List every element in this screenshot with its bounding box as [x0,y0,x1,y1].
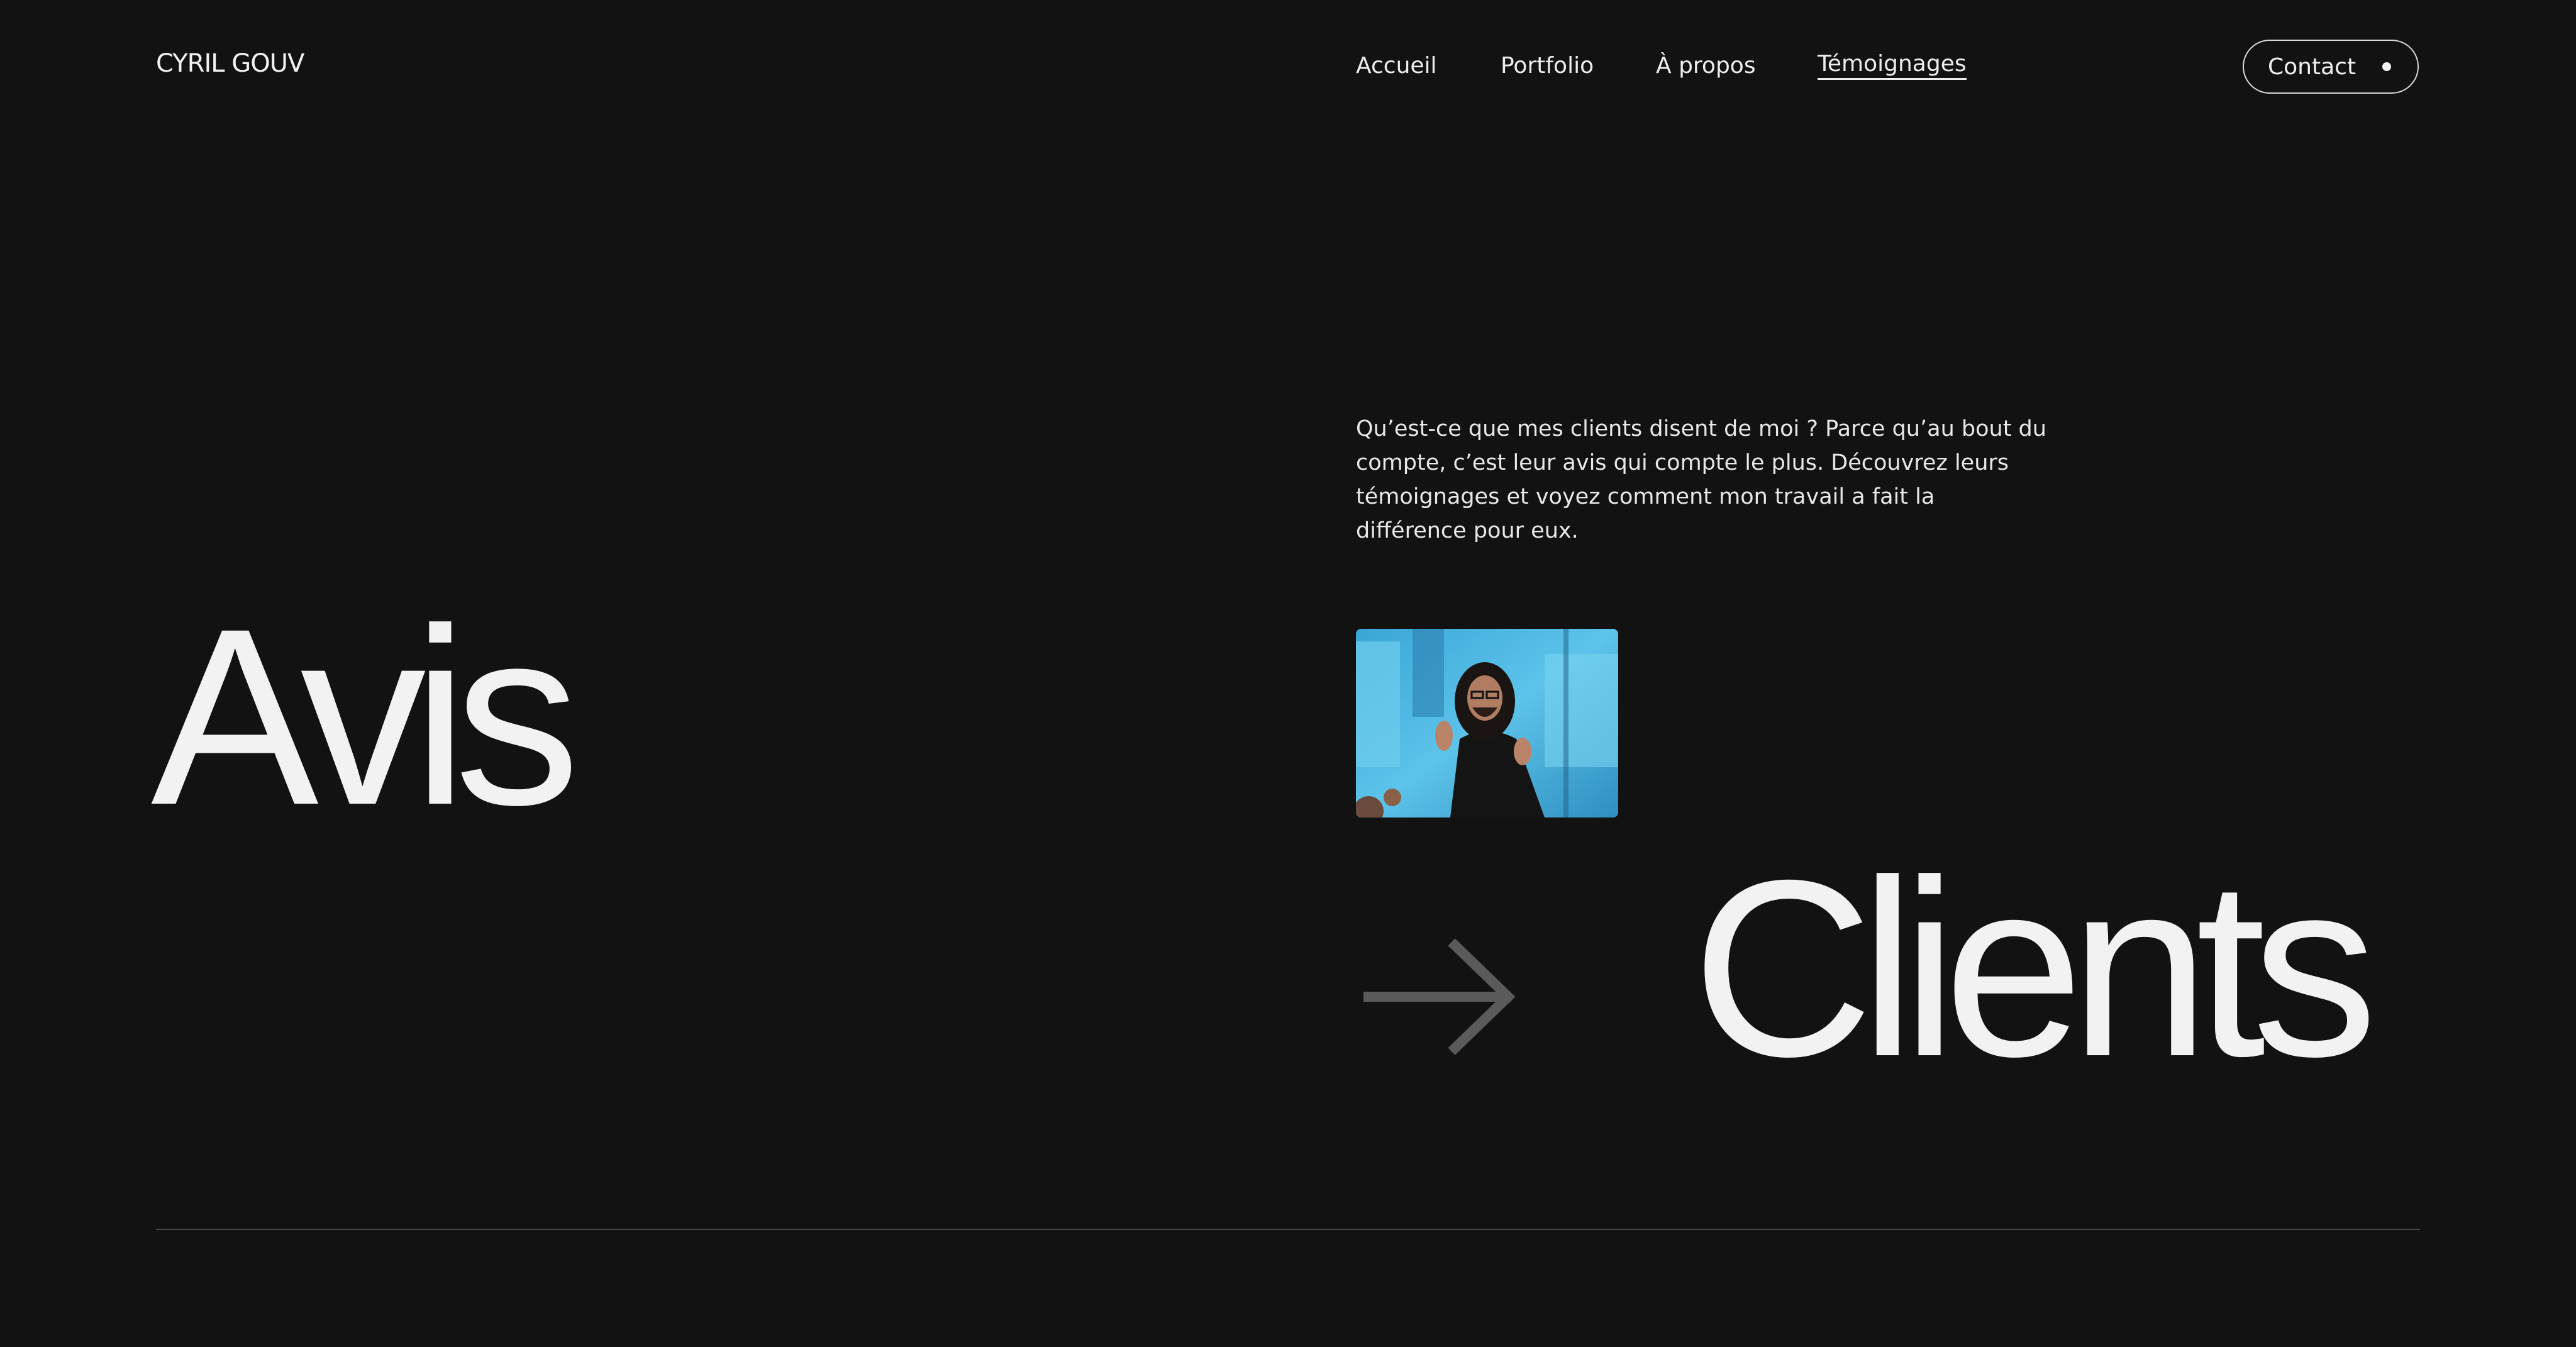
site-logo[interactable]: CYRIL GOUV [156,49,304,78]
video-thumbnail[interactable] [1356,629,1618,818]
speaker-image [1356,629,1618,818]
arrow-right-icon [1363,938,1516,1055]
hero-title-avis: Avis [151,576,580,857]
contact-button[interactable]: Contact [2243,40,2419,94]
nav-item-temoignages[interactable]: Témoignages [1818,51,1967,80]
nav-item-accueil[interactable]: Accueil [1356,53,1437,79]
page: CYRIL GOUV Accueil Portfolio À propos Té… [0,0,2576,1347]
contact-button-label: Contact [2268,53,2357,80]
hero-title-clients: Clients [1692,828,2378,1109]
nav-item-portfolio[interactable]: Portfolio [1501,53,1594,79]
section-divider [156,1229,2420,1230]
nav-item-a-propos[interactable]: À propos [1656,53,1756,79]
intro-text: Qu’est-ce que mes clients disent de moi … [1356,416,2046,543]
dot-icon [2382,62,2391,71]
